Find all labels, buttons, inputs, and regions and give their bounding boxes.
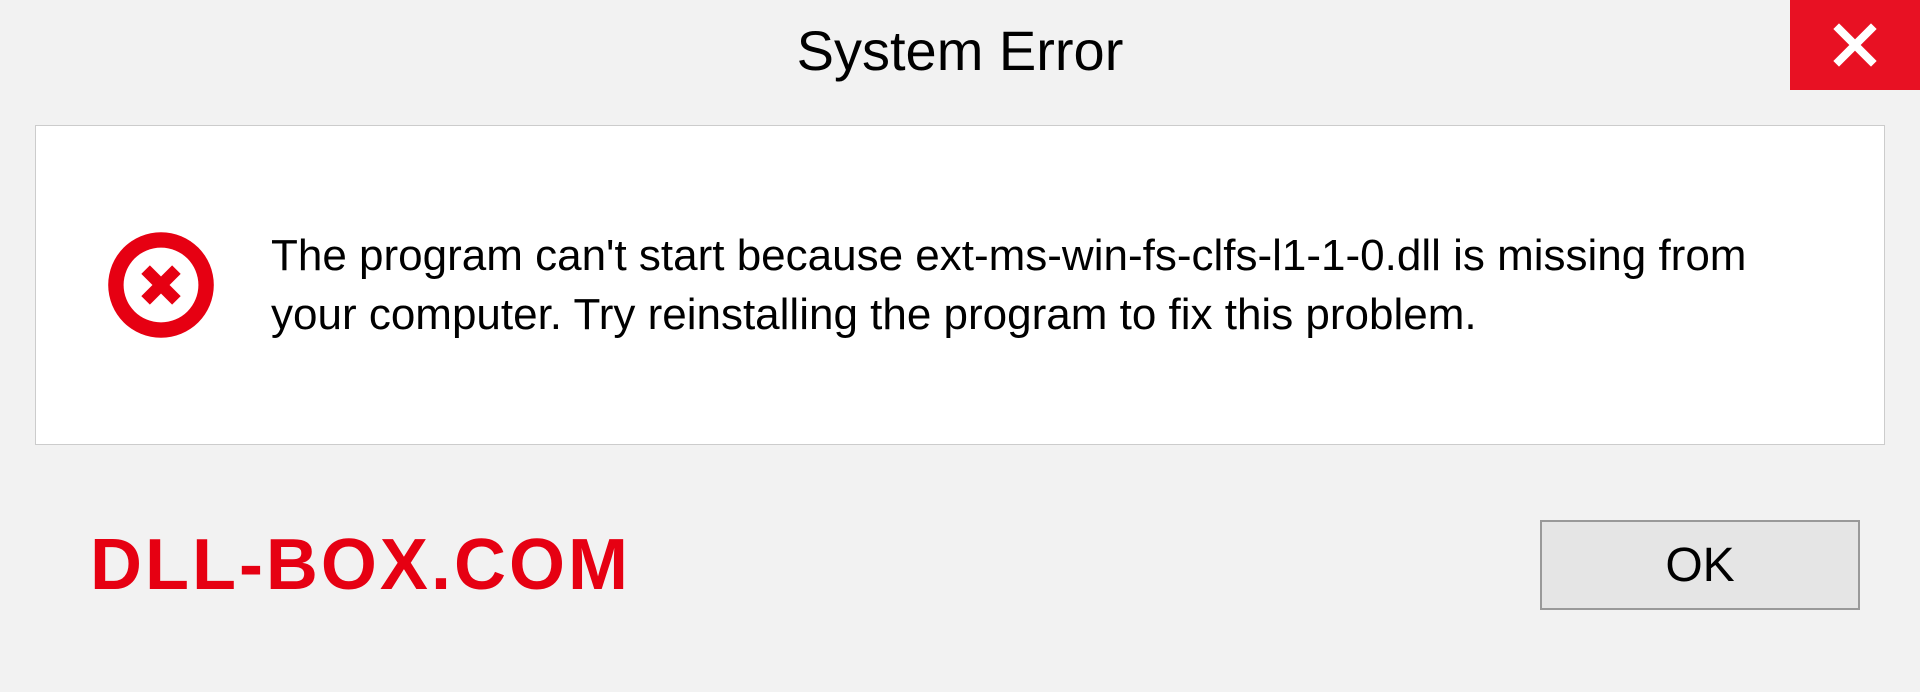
close-icon	[1831, 21, 1879, 69]
titlebar: System Error	[0, 0, 1920, 100]
error-icon	[106, 230, 216, 340]
dialog-content: The program can't start because ext-ms-w…	[35, 125, 1885, 445]
close-button[interactable]	[1790, 0, 1920, 90]
watermark-text: DLL-BOX.COM	[90, 524, 631, 606]
ok-button[interactable]: OK	[1540, 520, 1860, 610]
dialog-title: System Error	[797, 18, 1124, 83]
dialog-message: The program can't start because ext-ms-w…	[271, 226, 1814, 345]
bottom-row: DLL-BOX.COM OK	[0, 465, 1920, 665]
